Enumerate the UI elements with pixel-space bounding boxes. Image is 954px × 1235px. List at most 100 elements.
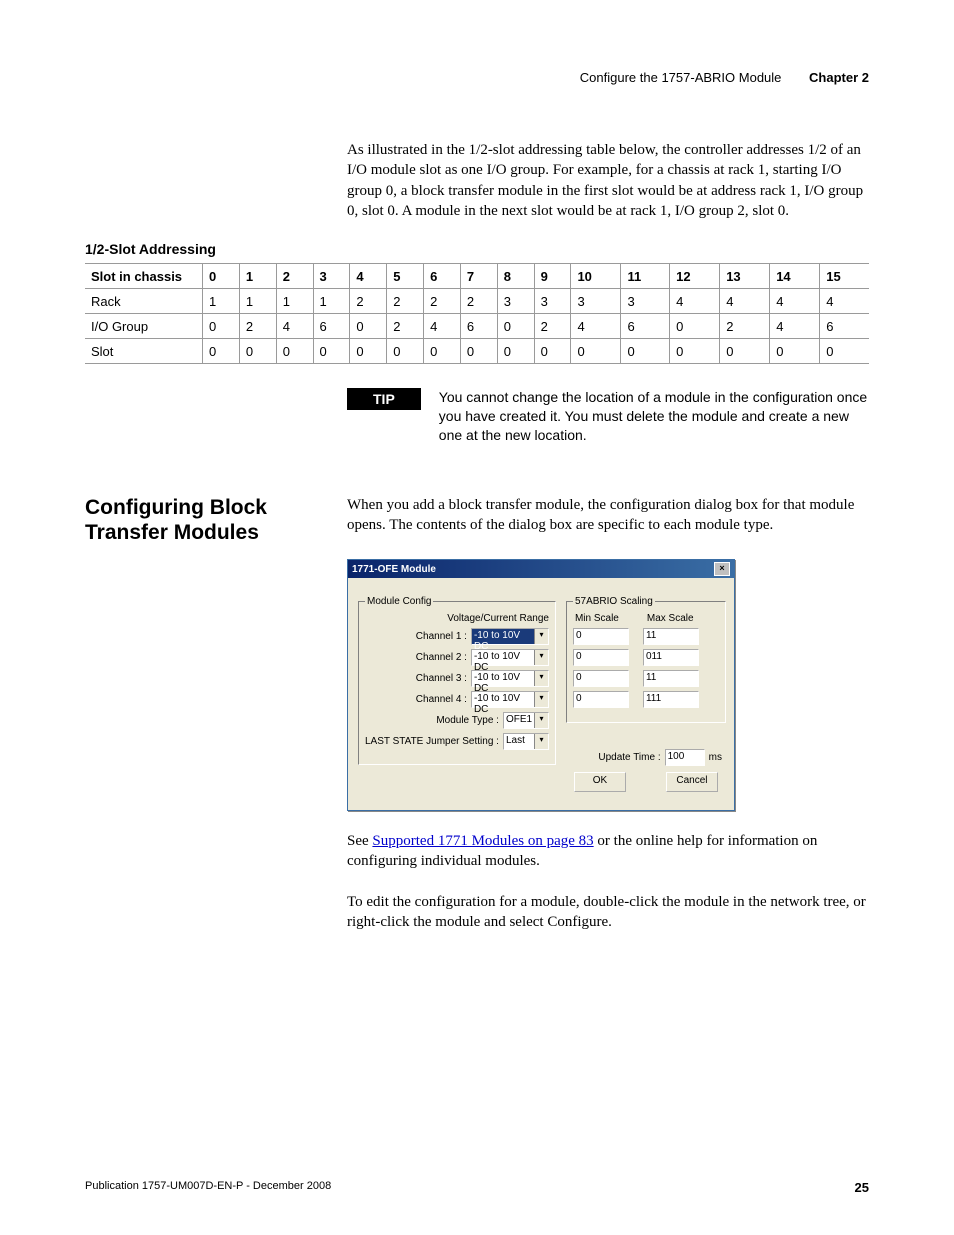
channel-combo[interactable]: -10 to 10V DC▾ <box>471 649 549 666</box>
header-chapter: Chapter 2 <box>809 70 869 85</box>
tip-badge: TIP <box>347 388 421 410</box>
update-time-input[interactable]: 100 <box>665 749 705 766</box>
last-state-value: Last <box>504 734 534 749</box>
intro-paragraph: As illustrated in the 1/2-slot addressin… <box>347 140 869 221</box>
tip-row: TIP You cannot change the location of a … <box>347 388 869 445</box>
table-cell: 6 <box>313 314 350 339</box>
channel-label: Channel 3 : <box>416 673 467 684</box>
addressing-table: Slot in chassis0123456789101112131415 Ra… <box>85 263 869 364</box>
table-cell: I/O Group <box>85 314 203 339</box>
min-scale-input[interactable]: 0 <box>573 691 629 708</box>
chevron-down-icon[interactable]: ▾ <box>534 734 548 749</box>
min-scale-input[interactable]: 0 <box>573 649 629 666</box>
channel-combo[interactable]: -10 to 10V DC▾ <box>471 670 549 687</box>
table-row: Slot0000000000000000 <box>85 339 869 364</box>
max-scale-input[interactable]: 011 <box>643 649 699 666</box>
table-cell: 3 <box>497 289 534 314</box>
max-scale-label: Max Scale <box>647 613 694 624</box>
table-header-cell: 14 <box>770 264 820 289</box>
table-cell: 1 <box>203 289 240 314</box>
table-header-cell: 0 <box>203 264 240 289</box>
table-cell: 0 <box>770 339 820 364</box>
table-cell: 0 <box>203 314 240 339</box>
ok-button[interactable]: OK <box>574 772 626 792</box>
table-cell: 2 <box>387 314 424 339</box>
chevron-down-icon[interactable]: ▾ <box>534 629 548 644</box>
chevron-down-icon[interactable]: ▾ <box>534 692 548 707</box>
max-scale-input[interactable]: 111 <box>643 691 699 708</box>
min-scale-label: Min Scale <box>575 613 619 624</box>
table-header-cell: 3 <box>313 264 350 289</box>
table-cell: 3 <box>621 289 670 314</box>
module-config-fieldset: Module Config Voltage/Current Range Chan… <box>358 596 556 765</box>
min-scale-input[interactable]: 0 <box>573 670 629 687</box>
table-header-cell: 11 <box>621 264 670 289</box>
chevron-down-icon[interactable]: ▾ <box>534 671 548 686</box>
dialog-titlebar: 1771-OFE Module × <box>348 560 734 578</box>
table-header-cell: 2 <box>276 264 313 289</box>
publication-id: Publication 1757-UM007D-EN-P - December … <box>85 1180 331 1195</box>
channel-label: Channel 4 : <box>416 694 467 705</box>
channel-value: -10 to 10V DC <box>472 692 534 707</box>
supported-modules-link[interactable]: Supported 1771 Modules on page 83 <box>372 833 593 849</box>
cancel-button[interactable]: Cancel <box>666 772 718 792</box>
table-cell: 0 <box>387 339 424 364</box>
chevron-down-icon[interactable]: ▾ <box>534 650 548 665</box>
table-header-cell: 15 <box>820 264 869 289</box>
table-cell: 4 <box>720 289 770 314</box>
table-cell: 1 <box>239 289 276 314</box>
channel-combo[interactable]: -10 to 10V DC▾ <box>471 691 549 708</box>
table-cell: 2 <box>720 314 770 339</box>
table-cell: 4 <box>670 289 720 314</box>
module-type-value: OFE1 <box>504 713 534 728</box>
min-scale-input[interactable]: 0 <box>573 628 629 645</box>
section-heading: Configuring Block Transfer Modules <box>85 495 325 545</box>
last-state-combo[interactable]: Last ▾ <box>503 733 549 750</box>
table-header-cell: 6 <box>424 264 461 289</box>
table-cell: 0 <box>239 339 276 364</box>
channel-value: -10 to 10V DC <box>472 671 534 686</box>
dialog-title: 1771-OFE Module <box>352 564 436 575</box>
after-dialog-p1: See Supported 1771 Modules on page 83 or… <box>347 831 869 872</box>
table-cell: 0 <box>670 314 720 339</box>
table-header-cell: 5 <box>387 264 424 289</box>
table-cell: Slot <box>85 339 203 364</box>
table-cell: 0 <box>720 339 770 364</box>
table-cell: 1 <box>276 289 313 314</box>
table-cell: 4 <box>770 289 820 314</box>
table-row: Rack1111222233334444 <box>85 289 869 314</box>
channel-label: Channel 2 : <box>416 652 467 663</box>
module-config-legend: Module Config <box>365 596 433 607</box>
table-cell: 4 <box>571 314 621 339</box>
table-cell: 0 <box>497 339 534 364</box>
table-header-cell: 10 <box>571 264 621 289</box>
table-cell: 4 <box>424 314 461 339</box>
table-cell: 0 <box>203 339 240 364</box>
voltage-header: Voltage/Current Range <box>365 613 549 624</box>
after-dialog-1a: See <box>347 833 372 849</box>
table-cell: 2 <box>424 289 461 314</box>
table-cell: 6 <box>460 314 497 339</box>
table-cell: 4 <box>820 289 869 314</box>
close-icon[interactable]: × <box>714 562 730 576</box>
chevron-down-icon[interactable]: ▾ <box>534 713 548 728</box>
page-footer: Publication 1757-UM007D-EN-P - December … <box>85 1180 869 1195</box>
max-scale-input[interactable]: 11 <box>643 670 699 687</box>
update-time-label: Update Time : <box>598 752 660 763</box>
module-type-combo[interactable]: OFE1 ▾ <box>503 712 549 729</box>
table-cell: 0 <box>571 339 621 364</box>
update-time-unit: ms <box>709 752 722 763</box>
table-cell: 6 <box>820 314 869 339</box>
module-type-label: Module Type : <box>436 715 499 726</box>
channel-combo[interactable]: -10 to 10V DC▾ <box>471 628 549 645</box>
channel-label: Channel 1 : <box>416 631 467 642</box>
table-header-cell: 1 <box>239 264 276 289</box>
table-cell: 0 <box>670 339 720 364</box>
table-cell: 2 <box>350 289 387 314</box>
table-cell: 3 <box>571 289 621 314</box>
last-state-label: LAST STATE Jumper Setting : <box>365 736 499 747</box>
table-title: 1/2-Slot Addressing <box>85 241 869 257</box>
table-header-cell: 8 <box>497 264 534 289</box>
max-scale-input[interactable]: 11 <box>643 628 699 645</box>
table-cell: 1 <box>313 289 350 314</box>
